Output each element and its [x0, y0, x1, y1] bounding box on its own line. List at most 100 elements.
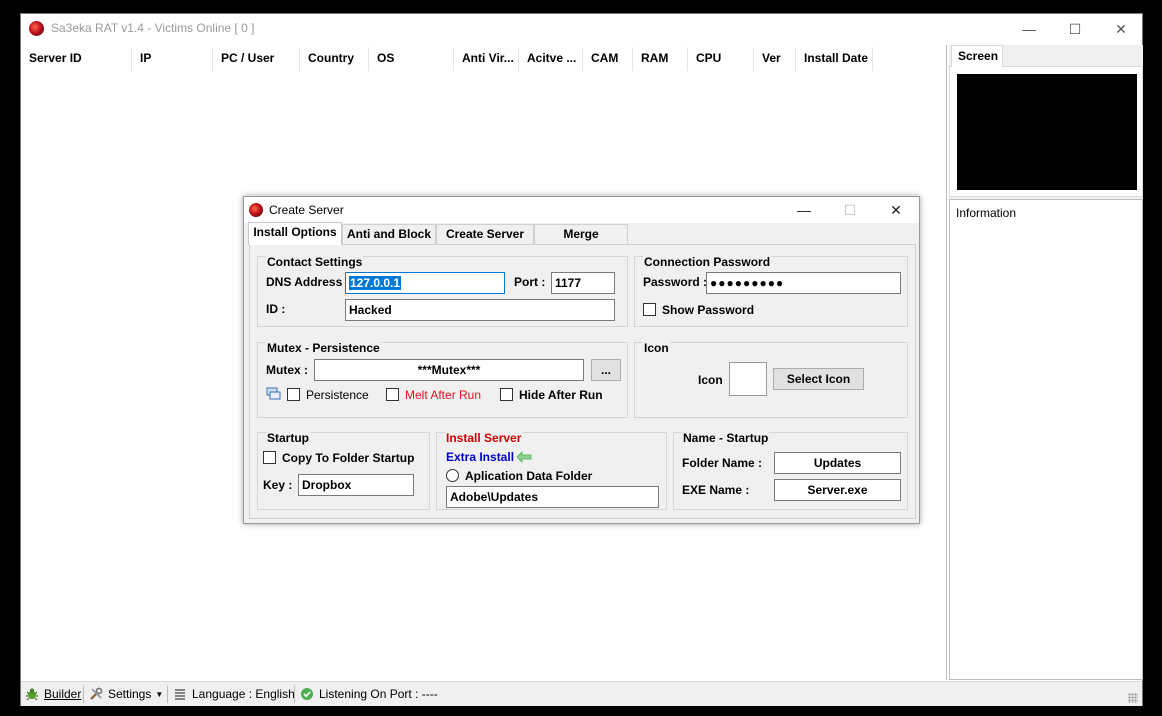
dialog-maximize-button: ☐	[843, 201, 857, 218]
maximize-button[interactable]: ☐	[1052, 14, 1098, 44]
exe-name-input[interactable]: Server.exe	[774, 479, 901, 501]
tools-icon	[90, 687, 103, 700]
column-ram[interactable]: RAM	[633, 47, 688, 71]
mutex-input[interactable]: ***Mutex***	[314, 359, 584, 381]
install-server-group: Install Server Extra Install Aplication …	[436, 431, 667, 510]
mutex-label: Mutex :	[266, 363, 308, 377]
listening-label: Listening On Port : ----	[319, 687, 438, 701]
app-icon	[29, 21, 44, 36]
tab-install-options[interactable]: Install Options	[248, 222, 342, 245]
tab-anti-and-block[interactable]: Anti and Block	[342, 224, 436, 244]
app-icon	[249, 203, 263, 217]
column-cpu[interactable]: CPU	[688, 47, 754, 71]
password-input[interactable]: ●●●●●●●●●	[706, 272, 901, 294]
port-label: Port :	[514, 275, 546, 289]
column-os[interactable]: OS	[369, 47, 454, 71]
arrow-left-icon	[516, 451, 532, 463]
startup-group: Startup Copy To Folder Startup Key : Dro…	[257, 431, 430, 510]
status-separator	[167, 686, 168, 703]
melt-after-run-checkbox[interactable]	[386, 388, 399, 401]
password-label: Password :	[643, 275, 708, 289]
dialog-close-button[interactable]: ✕	[874, 197, 918, 223]
title-bar: Sa3eka RAT v1.4 - Victims Online [ 0 ] —…	[21, 14, 1142, 44]
column-active-window[interactable]: Acitve ...	[519, 47, 583, 71]
startup-title: Startup	[266, 431, 310, 445]
icon-group: Icon Icon Select Icon	[634, 341, 908, 418]
builder-button[interactable]: Builder	[25, 687, 81, 701]
status-separator	[294, 686, 295, 703]
exe-name-label: EXE Name :	[682, 483, 750, 497]
folder-name-input[interactable]: Updates	[774, 452, 901, 474]
mutex-generate-button[interactable]: ...	[591, 359, 621, 381]
column-server-id[interactable]: Server ID	[21, 47, 132, 71]
status-bar: Builder Settings ▼ Language : English Li…	[21, 681, 1142, 706]
extra-install-label: Extra Install	[446, 450, 515, 464]
tab-screen[interactable]: Screen	[951, 45, 1003, 67]
side-panel: Screen Information	[949, 45, 1143, 680]
tab-merge[interactable]: Merge	[534, 224, 628, 244]
screen-preview-box	[949, 66, 1143, 197]
persistence-checkbox[interactable]	[287, 388, 300, 401]
dns-address-label: DNS Address :	[266, 275, 350, 289]
column-antivirus[interactable]: Anti Vir...	[454, 47, 519, 71]
icon-preview[interactable]	[729, 362, 767, 396]
install-path-input[interactable]: Adobe\Updates	[446, 486, 659, 508]
close-button[interactable]: ✕	[1098, 14, 1144, 44]
hide-after-run-label: Hide After Run	[519, 388, 603, 402]
key-input[interactable]: Dropbox	[298, 474, 414, 496]
port-input[interactable]: 1177	[551, 272, 615, 294]
appdata-folder-label: Aplication Data Folder	[465, 469, 593, 483]
settings-label: Settings	[108, 687, 152, 701]
dialog-title: Create Server	[269, 203, 344, 217]
screen-preview	[957, 74, 1137, 190]
show-password-label: Show Password	[662, 303, 755, 317]
column-ver[interactable]: Ver	[754, 47, 796, 71]
icon-group-title: Icon	[643, 341, 670, 355]
column-pc-user[interactable]: PC / User	[213, 47, 300, 71]
mutex-persistence-group: Mutex - Persistence Mutex : ***Mutex*** …	[257, 341, 628, 418]
persistence-label: Persistence	[306, 388, 369, 402]
appdata-folder-radio[interactable]	[446, 469, 459, 482]
connection-password-group: Connection Password Password : ●●●●●●●●●…	[634, 255, 908, 327]
dialog-title-bar: Create Server — ☐ ✕	[244, 197, 919, 223]
dns-address-input[interactable]: 127.0.0.1	[345, 272, 505, 294]
windows-stack-icon	[266, 387, 281, 400]
language-label: Language : English	[192, 687, 295, 701]
install-options-page: Contact Settings DNS Address : 127.0.0.1…	[249, 244, 916, 519]
builder-label: Builder	[44, 687, 82, 701]
information-panel: Information	[949, 199, 1143, 680]
information-label: Information	[956, 206, 1017, 220]
resize-grip-icon[interactable]	[1128, 693, 1138, 703]
tab-create-server[interactable]: Create Server	[436, 224, 534, 244]
contact-settings-group: Contact Settings DNS Address : 127.0.0.1…	[257, 255, 628, 327]
id-label: ID :	[266, 302, 286, 316]
icon-label: Icon	[698, 373, 723, 387]
window-title: Sa3eka RAT v1.4 - Victims Online [ 0 ]	[51, 21, 255, 35]
list-icon	[175, 689, 185, 700]
name-startup-group: Name - Startup Folder Name : Updates EXE…	[673, 431, 908, 510]
status-separator	[83, 686, 84, 703]
copy-to-startup-checkbox[interactable]	[263, 451, 276, 464]
column-ip[interactable]: IP	[132, 47, 213, 71]
column-install-date[interactable]: Install Date	[796, 47, 873, 71]
settings-dropdown[interactable]: Settings ▼	[89, 687, 163, 701]
minimize-button[interactable]: —	[1006, 14, 1052, 44]
column-country[interactable]: Country	[300, 47, 369, 71]
select-icon-button[interactable]: Select Icon	[773, 368, 864, 390]
copy-to-startup-label: Copy To Folder Startup	[282, 451, 415, 465]
listening-status: Listening On Port : ----	[300, 687, 438, 701]
key-label: Key :	[263, 478, 293, 492]
melt-after-run-label: Melt After Run	[405, 388, 482, 402]
show-password-checkbox[interactable]	[643, 303, 656, 316]
create-server-dialog: Create Server — ☐ ✕ Install Options Anti…	[243, 196, 920, 524]
chevron-down-icon: ▼	[155, 689, 164, 699]
column-cam[interactable]: CAM	[583, 47, 633, 71]
language-item[interactable]: Language : English	[173, 687, 295, 701]
connection-password-title: Connection Password	[643, 255, 772, 269]
dialog-minimize-button[interactable]: —	[782, 197, 826, 223]
hide-after-run-checkbox[interactable]	[500, 388, 513, 401]
folder-name-label: Folder Name :	[682, 456, 763, 470]
install-server-title: Install Server	[445, 431, 523, 445]
bug-icon	[26, 688, 38, 701]
id-input[interactable]: Hacked	[345, 299, 615, 321]
